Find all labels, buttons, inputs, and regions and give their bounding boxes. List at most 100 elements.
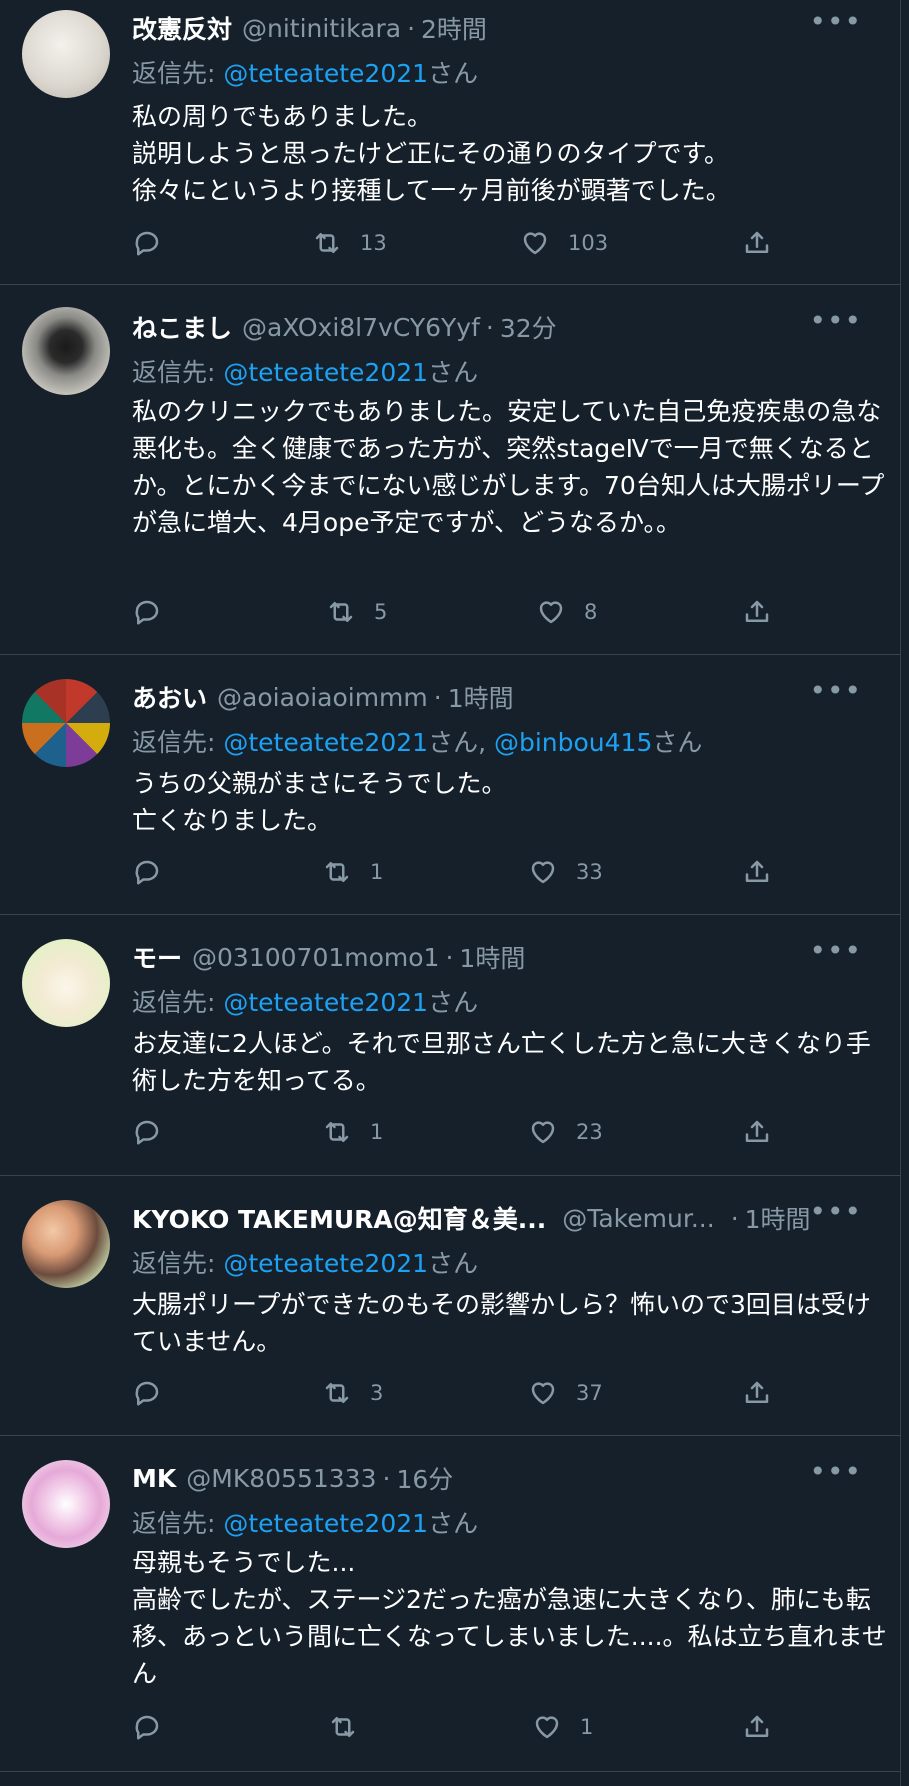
mention-link[interactable]: @teteatete2021	[223, 1249, 428, 1278]
retweet-count: 13	[360, 231, 387, 255]
tweet-text: お友達に2人ほど。それで旦那さん亡くした方と急に大きくなり手術した方を知ってる。	[132, 1029, 871, 1095]
share-upload-icon	[745, 231, 769, 253]
avatar[interactable]	[22, 307, 110, 395]
retweet-arrows-icon	[325, 1383, 349, 1403]
timestamp[interactable]: 16分	[396, 1460, 453, 1496]
user-handle[interactable]: @nitinitikara	[242, 14, 401, 43]
reply-bubble-icon	[135, 231, 159, 256]
tweet[interactable]: あおい @aoiaoiaoimmm · 1時間 ••• 返信先: @teteat…	[0, 655, 900, 915]
more-horizontal-icon[interactable]: •••	[809, 8, 862, 36]
retweet-arrows-icon	[325, 862, 349, 882]
tweet-header: MK @MK80551333 · 16分	[132, 1460, 900, 1496]
retweet-button[interactable]: 1	[322, 857, 383, 887]
like-button[interactable]: 33	[528, 857, 603, 887]
user-handle[interactable]: @03100701momo1	[192, 943, 439, 972]
display-name[interactable]: モー	[132, 939, 182, 975]
reply-button[interactable]	[132, 1378, 162, 1408]
timestamp[interactable]: 2時間	[421, 10, 487, 46]
user-handle[interactable]: @aoiaoiaoimmm	[217, 683, 428, 712]
avatar[interactable]	[22, 1460, 110, 1548]
reply-button[interactable]	[132, 597, 162, 627]
like-button[interactable]: 23	[528, 1117, 603, 1147]
display-name[interactable]: MK	[132, 1464, 176, 1493]
retweet-arrows-icon	[329, 602, 353, 622]
reply-bubble-icon	[135, 860, 159, 885]
timestamp[interactable]: 1時間	[448, 679, 514, 715]
tweet-header: モー @03100701momo1 · 1時間	[132, 939, 900, 975]
tweet-header: 改憲反対 @nitinitikara · 2時間	[132, 10, 900, 46]
retweet-button[interactable]	[328, 1712, 376, 1742]
tweet-text: 私のクリニックでもありました。安定していた自己免疫疾患の急な悪化も。全く健康であ…	[132, 397, 885, 537]
retweet-button[interactable]: 5	[326, 597, 387, 627]
mention-link[interactable]: @teteatete2021	[223, 728, 428, 757]
like-count: 23	[576, 1120, 603, 1144]
avatar[interactable]	[22, 939, 110, 1027]
timestamp[interactable]: 1時間	[745, 1200, 811, 1236]
reply-button[interactable]	[132, 857, 162, 887]
tweet[interactable]: ねこまし @aXOxi8l7vCY6Yyf · 32分 ••• 返信先: @te…	[0, 285, 900, 655]
mention-link[interactable]: @teteatete2021	[223, 988, 428, 1017]
retweet-button[interactable]: 1	[322, 1117, 383, 1147]
separator-dot: ·	[407, 13, 416, 43]
share-button[interactable]	[742, 228, 772, 258]
like-button[interactable]: 37	[528, 1378, 603, 1408]
tweet[interactable]: MK @MK80551333 · 16分 ••• 返信先: @teteatete…	[0, 1436, 900, 1772]
more-horizontal-icon[interactable]: •••	[809, 1458, 862, 1486]
reply-button[interactable]	[132, 1117, 162, 1147]
retweet-button[interactable]: 3	[322, 1378, 383, 1408]
tweet[interactable]: 改憲反対 @nitinitikara · 2時間 ••• 返信先: @tetea…	[0, 0, 900, 285]
display-name[interactable]: あおい	[132, 679, 207, 715]
reply-context: 返信先: @teteatete2021さん, @binbou415さん	[132, 723, 702, 759]
timestamp[interactable]: 1時間	[459, 939, 525, 975]
reply-prefix: 返信先:	[132, 988, 224, 1017]
display-name[interactable]: ねこまし	[132, 309, 232, 345]
like-button[interactable]: 1	[532, 1712, 593, 1742]
mention-suffix: さん	[428, 988, 479, 1017]
retweet-arrows-icon	[331, 1717, 355, 1737]
share-upload-icon	[745, 1715, 769, 1737]
reply-bubble-icon	[135, 1715, 159, 1740]
avatar[interactable]	[22, 10, 110, 98]
avatar[interactable]	[22, 1200, 110, 1288]
mention-link[interactable]: @teteatete2021	[223, 1509, 428, 1538]
like-count: 33	[576, 860, 603, 884]
action-bar: 13 103	[132, 228, 900, 262]
separator-dot: ·	[730, 1203, 739, 1233]
timestamp[interactable]: 32分	[500, 309, 557, 345]
heart-icon	[531, 1121, 555, 1144]
reply-prefix: 返信先:	[132, 1509, 224, 1538]
reply-prefix: 返信先:	[132, 59, 224, 88]
mention-link[interactable]: @teteatete2021	[223, 59, 428, 88]
reply-button[interactable]	[132, 228, 162, 258]
tweet[interactable]: モー @03100701momo1 · 1時間 ••• 返信先: @teteat…	[0, 915, 900, 1176]
tweet-text: 大腸ポリープができたのもその影響かしら？怖いので3回目は受けていません。	[132, 1290, 871, 1356]
tweet[interactable]: KYOKO TAKEMURA@知育＆美... @Takemur... · 1時間…	[0, 1176, 900, 1436]
more-horizontal-icon[interactable]: •••	[809, 307, 862, 335]
more-horizontal-icon[interactable]: •••	[809, 1198, 862, 1226]
mention-link[interactable]: @binbou415	[494, 728, 652, 757]
separator-dot: ·	[433, 682, 442, 712]
user-handle[interactable]: @Takemur...	[562, 1204, 714, 1233]
like-button[interactable]: 103	[520, 228, 608, 258]
mention-link[interactable]: @teteatete2021	[223, 358, 428, 387]
share-button[interactable]	[742, 597, 772, 627]
tweet-text: 母親もそうでした... 高齢でしたが、ステージ2だった癌が急速に大きくなり、肺に…	[132, 1548, 887, 1688]
more-horizontal-icon[interactable]: •••	[809, 937, 862, 965]
avatar[interactable]	[22, 679, 110, 767]
tweet-text: 私の周りでもありました。 説明しようと思ったけど正にその通りのタイプです。 徐々…	[132, 102, 731, 205]
share-button[interactable]	[742, 1117, 772, 1147]
share-button[interactable]	[742, 857, 772, 887]
user-handle[interactable]: @MK80551333	[186, 1464, 376, 1493]
more-horizontal-icon[interactable]: •••	[809, 677, 862, 705]
share-button[interactable]	[742, 1378, 772, 1408]
retweet-count: 5	[374, 600, 388, 624]
user-handle[interactable]: @aXOxi8l7vCY6Yyf	[242, 313, 480, 342]
like-count: 103	[568, 231, 609, 255]
mention-suffix: さん	[428, 358, 479, 387]
like-button[interactable]: 8	[536, 597, 597, 627]
share-button[interactable]	[742, 1712, 772, 1742]
reply-button[interactable]	[132, 1712, 162, 1742]
retweet-button[interactable]: 13	[312, 228, 387, 258]
display-name[interactable]: KYOKO TAKEMURA@知育＆美...	[132, 1200, 546, 1236]
display-name[interactable]: 改憲反対	[132, 10, 232, 46]
